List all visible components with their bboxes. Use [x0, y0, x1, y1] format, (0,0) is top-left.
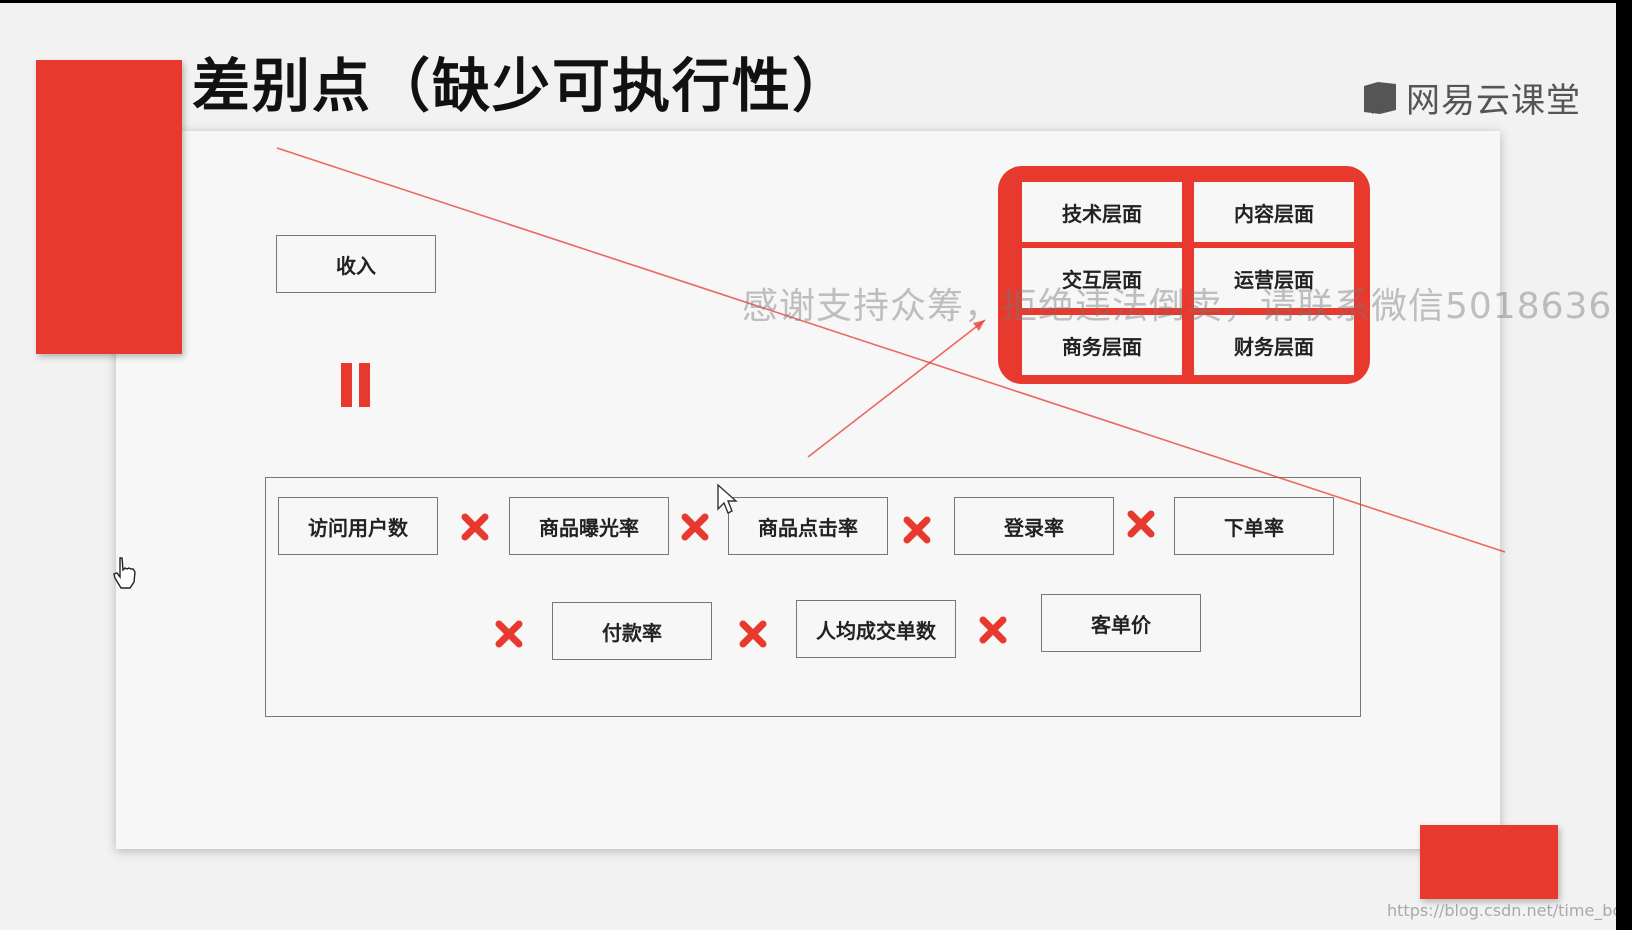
x-mark-icon	[739, 620, 767, 648]
arrow-cursor-icon	[717, 483, 738, 514]
formula-term: 付款率	[552, 602, 712, 660]
source-credit: https://blog.csdn.net/time_boy666	[1387, 901, 1616, 920]
x-mark-icon	[979, 616, 1007, 644]
brand-logo: 网易云课堂	[1362, 73, 1581, 122]
formula-term: 商品点击率	[728, 497, 888, 555]
x-mark-icon	[903, 516, 931, 544]
formula-term: 商品曝光率	[509, 497, 669, 555]
formula-term: 人均成交单数	[796, 600, 956, 658]
screen-edge	[1616, 0, 1632, 930]
x-mark-icon	[1127, 510, 1155, 538]
formula-term: 客单价	[1041, 594, 1201, 652]
formula-term: 访问用户数	[278, 497, 438, 555]
x-mark-icon	[681, 513, 709, 541]
red-accent-block-left	[36, 60, 182, 354]
slide: 差别点（缺少可执行性） 网易云课堂 收入 访问用户数 商品曝光率 商品点击率 登…	[0, 3, 1616, 930]
x-mark-icon	[461, 513, 489, 541]
book-icon	[1364, 81, 1396, 114]
x-mark-icon	[495, 620, 523, 648]
watermark-text: 感谢支持众筹，拒绝违法倒卖，请联系微信501863613	[742, 286, 1616, 327]
formula-term: 下单率	[1174, 497, 1334, 555]
income-box: 收入	[276, 235, 436, 293]
slide-title: 差别点（缺少可执行性）	[192, 52, 853, 120]
hand-cursor-icon	[113, 557, 136, 589]
dimension-cell: 内容层面	[1194, 182, 1354, 242]
equals-icon	[341, 363, 373, 407]
dimensions-frame: 技术层面 内容层面 交互层面 运营层面 商务层面 财务层面	[998, 166, 1370, 384]
formula-term: 登录率	[954, 497, 1114, 555]
brand-name: 网易云课堂	[1406, 81, 1581, 121]
dimension-cell: 技术层面	[1022, 182, 1182, 242]
red-accent-block-bottom	[1420, 825, 1558, 899]
